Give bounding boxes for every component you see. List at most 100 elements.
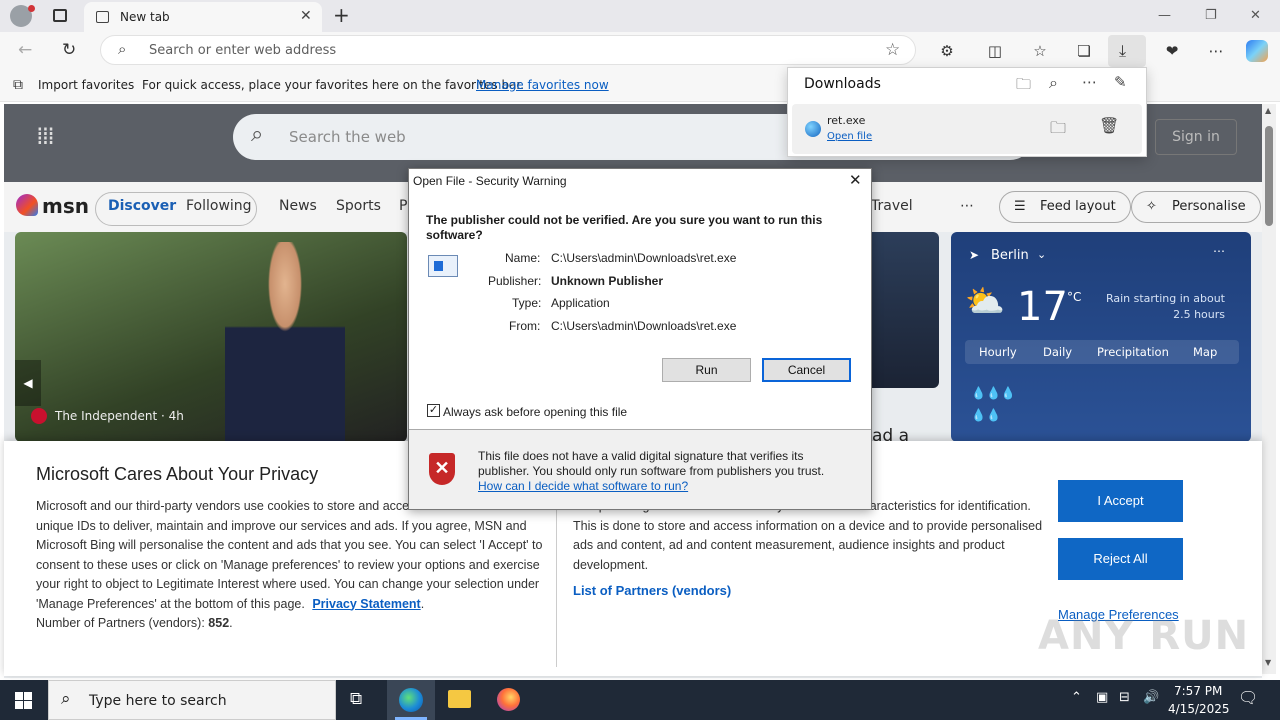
volume-icon[interactable]: 🔊 (1143, 690, 1159, 705)
weather-tab-daily[interactable]: Daily (1043, 345, 1072, 359)
nav-more-icon[interactable]: ⋯ (960, 198, 974, 214)
close-tab-icon[interactable]: ✕ (300, 8, 312, 24)
back-icon[interactable]: ← (18, 40, 32, 60)
city-dropdown-icon[interactable]: ⌄ (1037, 248, 1046, 261)
open-file-link[interactable]: Open file (827, 131, 872, 142)
privacy-purposes: Use precise geolocation data. Actively s… (573, 497, 1043, 602)
hero-prev-button[interactable]: ◀ (15, 360, 41, 406)
pin-downloads-icon[interactable]: ✎ (1114, 73, 1127, 91)
taskbar-search-input[interactable]: Type here to search (89, 693, 227, 709)
nav-sports[interactable]: Sports (336, 198, 381, 214)
dialog-close-icon[interactable]: ✕ (849, 171, 862, 189)
page-scrollbar[interactable]: ▲ ▼ (1262, 104, 1276, 674)
weather-tab-precipitation[interactable]: Precipitation (1097, 345, 1169, 359)
favorite-star-icon[interactable]: ☆ (885, 40, 900, 60)
always-ask-checkbox[interactable]: ✓ (427, 404, 440, 417)
import-favorites-button[interactable]: Import favorites (38, 78, 134, 92)
edge-taskbar-button[interactable] (387, 680, 435, 720)
edge-icon (399, 688, 423, 712)
file-explorer-icon[interactable] (448, 690, 471, 708)
sliders-icon: ☰ (1014, 199, 1026, 214)
split-screen-icon[interactable]: ◫ (985, 42, 1005, 60)
accept-button[interactable]: I Accept (1058, 480, 1183, 522)
restore-icon[interactable]: ❐ (1205, 8, 1217, 23)
always-ask-label[interactable]: Always ask before opening this file (443, 405, 627, 419)
downloads-button[interactable]: ⤓ (1108, 35, 1146, 67)
web-search-input[interactable]: Search the web (289, 128, 406, 146)
scroll-thumb[interactable] (1265, 126, 1273, 226)
copilot-icon[interactable] (1246, 40, 1268, 62)
open-downloads-folder-icon[interactable]: 🗀 (1016, 74, 1031, 99)
hero-story-card[interactable]: ◀ The Independent · 4h (15, 232, 407, 442)
nav-travel[interactable]: Travel (871, 198, 913, 214)
weather-card[interactable]: ➤ Berlin ⌄ ⋯ ⛅ 17 °C Rain starting in ab… (951, 232, 1251, 442)
downloads-flyout: Downloads 🗀 ⌕ ⋯ ✎ ret.exe Open file 🗀 🗑 (787, 67, 1147, 157)
cancel-button[interactable]: Cancel (762, 358, 851, 382)
run-button[interactable]: Run (662, 358, 751, 382)
download-file-name: ret.exe (827, 114, 866, 127)
privacy-body: Microsoft and our third-party vendors us… (36, 499, 543, 630)
warning-shield-icon: ✕ (429, 453, 455, 485)
privacy-statement-link[interactable]: Privacy Statement (312, 597, 420, 611)
reject-all-button[interactable]: Reject All (1058, 538, 1183, 580)
tab-title: New tab (120, 10, 170, 24)
scroll-up-icon[interactable]: ▲ (1265, 106, 1271, 115)
tray-device-icon[interactable]: ▣ (1096, 690, 1108, 705)
search-icon: ⌕ (118, 40, 127, 58)
refresh-icon[interactable]: ↻ (62, 40, 76, 60)
manage-favorites-link[interactable]: Manage favorites now (476, 78, 609, 92)
field-label-publisher: Publisher: (488, 274, 542, 288)
firefox-icon[interactable] (497, 688, 520, 711)
address-bar[interactable]: ⌕ Search or enter web address ☆ (100, 35, 916, 65)
more-menu-icon[interactable]: ⋯ (1206, 42, 1226, 60)
network-icon[interactable]: ⊟ (1119, 690, 1130, 705)
sign-in-button[interactable]: Sign in (1155, 119, 1237, 155)
task-view-icon[interactable]: ⧉ (350, 689, 362, 709)
collections-icon[interactable]: ❏ (1074, 42, 1094, 60)
weather-more-icon[interactable]: ⋯ (1213, 244, 1225, 258)
profile-badge (28, 5, 35, 12)
nav-news[interactable]: News (279, 198, 317, 214)
nav-following[interactable]: Following (186, 198, 252, 214)
field-value-type: Application (551, 296, 610, 310)
nav-discover[interactable]: Discover (108, 198, 176, 214)
extensions-icon[interactable]: ⚙ (937, 42, 957, 60)
feed-layout-button[interactable]: ☰ Feed layout (999, 191, 1131, 223)
tab-actions-icon[interactable] (53, 9, 67, 22)
tab-new-tab[interactable]: New tab ✕ (84, 2, 322, 32)
close-window-icon[interactable]: ✕ (1250, 8, 1261, 23)
minimize-icon[interactable]: — (1158, 8, 1171, 23)
performance-icon[interactable]: ❤ (1162, 42, 1182, 60)
nav-partial[interactable]: P (399, 198, 407, 214)
address-input[interactable]: Search or enter web address (149, 43, 336, 58)
download-item[interactable]: ret.exe Open file 🗀 🗑 (792, 104, 1142, 154)
downloads-more-icon[interactable]: ⋯ (1082, 73, 1097, 91)
windows-start-icon[interactable] (15, 692, 32, 709)
favorites-icon[interactable]: ☆ (1030, 42, 1050, 60)
delete-download-icon[interactable]: 🗑 (1099, 116, 1119, 135)
msn-logo[interactable]: msn (42, 194, 89, 218)
tray-chevron-icon[interactable]: ⌃ (1071, 690, 1082, 705)
show-in-folder-icon[interactable]: 🗀 (1050, 117, 1066, 144)
notifications-icon[interactable]: 🗨 (1238, 688, 1258, 707)
weather-tab-hourly[interactable]: Hourly (979, 345, 1017, 359)
msn-logo-icon[interactable] (16, 194, 38, 216)
help-link[interactable]: How can I decide what software to run? (478, 479, 688, 493)
taskbar-search-box[interactable]: ⌕ Type here to search (48, 680, 336, 720)
search-downloads-icon[interactable]: ⌕ (1049, 73, 1058, 93)
weather-tab-map[interactable]: Map (1193, 345, 1217, 359)
dialog-title-bar[interactable]: Open File - Security Warning ✕ (409, 169, 871, 193)
scroll-down-icon[interactable]: ▼ (1265, 658, 1271, 667)
secondary-story-image[interactable] (870, 232, 939, 388)
personalise-icon: ✧ (1146, 199, 1157, 214)
taskbar-search-icon: ⌕ (61, 689, 71, 709)
partners-list-link[interactable]: List of Partners (vendors) (573, 581, 731, 601)
clock-date[interactable]: 4/15/2025 (1168, 702, 1230, 716)
clock-time[interactable]: 7:57 PM (1174, 684, 1222, 698)
import-favorites-icon: ⧉ (13, 77, 23, 93)
app-launcher-icon[interactable]: ⁞⁞⁞ (36, 122, 55, 150)
personalise-button[interactable]: ✧ Personalise (1131, 191, 1261, 223)
add-tab-icon[interactable]: + (333, 3, 350, 27)
field-value-name: C:\Users\admin\Downloads\ret.exe (551, 251, 737, 265)
weather-city[interactable]: Berlin (991, 248, 1029, 263)
